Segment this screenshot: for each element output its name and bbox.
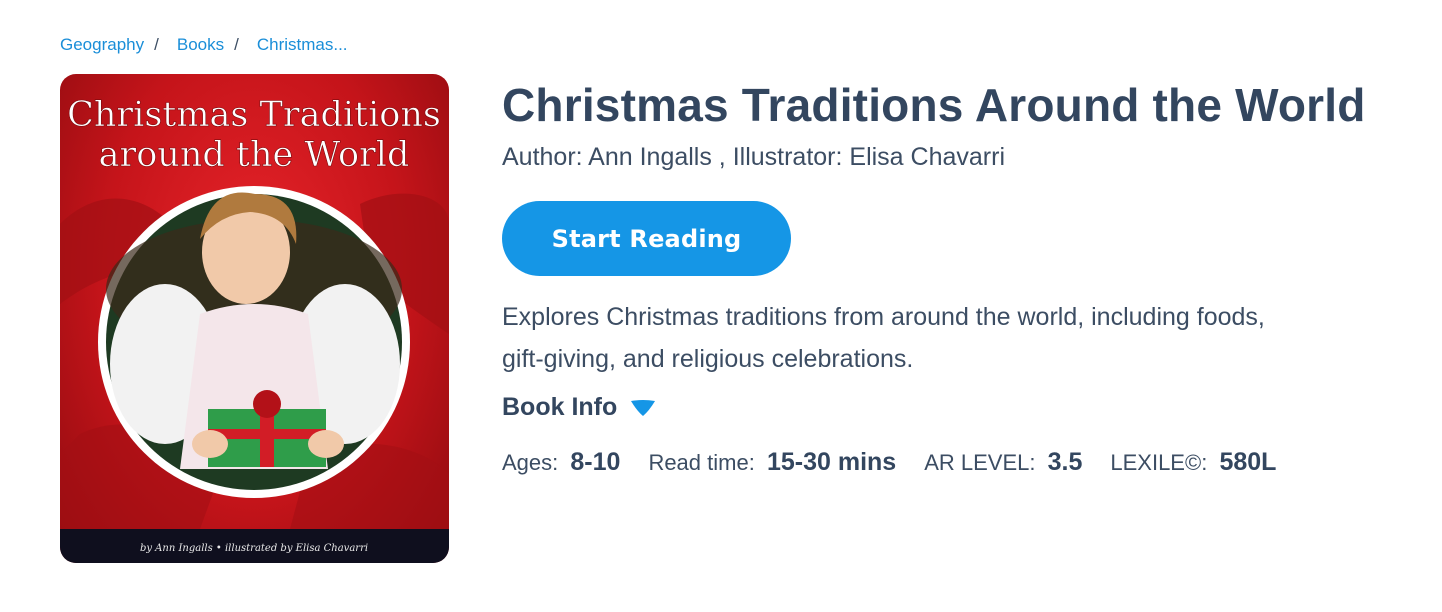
cover-girl-hand <box>308 430 344 458</box>
cover-byline: by Ann Ingalls • illustrated by Elisa Ch… <box>140 543 368 554</box>
meta-read-time-value: 15-30 mins <box>766 448 897 476</box>
breadcrumb-books[interactable]: Books <box>177 35 224 55</box>
cover-girl-hand <box>192 430 228 458</box>
cover-title-line2: around the World <box>99 135 410 175</box>
caret-down-icon <box>631 399 656 416</box>
meta-ages: Ages: 8-10 <box>502 448 620 477</box>
meta-ar-level: AR LEVEL: 3.5 <box>924 448 1082 477</box>
meta-ages-value: 8-10 <box>570 448 621 476</box>
meta-lexile-label: LEXILE©: <box>1110 450 1208 475</box>
breadcrumb-separator: / <box>234 35 239 54</box>
meta-ar-level-label: AR LEVEL: <box>924 450 1036 475</box>
meta-read-time: Read time: 15-30 mins <box>648 448 896 477</box>
breadcrumb-separator: / <box>154 35 159 54</box>
breadcrumb-current[interactable]: Christmas... <box>257 35 348 55</box>
book-title: Christmas Traditions Around the World <box>502 79 1366 131</box>
book-cover[interactable]: Christmas Traditions around the World by… <box>60 74 449 563</box>
meta-read-time-label: Read time: <box>648 450 755 475</box>
book-credits: Author: Ann Ingalls , Illustrator: Elisa… <box>502 143 1006 171</box>
start-reading-button[interactable]: Start Reading <box>502 201 791 276</box>
book-info-label: Book Info <box>502 393 618 421</box>
meta-lexile: LEXILE©: 580L <box>1110 448 1276 477</box>
meta-ar-level-value: 3.5 <box>1047 448 1083 476</box>
book-meta: Ages: 8-10 Read time: 15-30 mins AR LEVE… <box>502 448 1276 477</box>
meta-lexile-value: 580L <box>1219 448 1277 476</box>
book-info-toggle[interactable]: Book Info <box>502 393 657 422</box>
cover-gift-bow <box>253 390 281 418</box>
breadcrumb: Geography / Books / Christmas... <box>60 35 348 55</box>
breadcrumb-geography[interactable]: Geography <box>60 35 144 55</box>
book-cover-art: Christmas Traditions around the World by… <box>60 95 449 563</box>
cover-title-line1: Christmas Traditions <box>67 95 441 135</box>
meta-ages-label: Ages: <box>502 450 559 475</box>
book-description: Explores Christmas traditions from aroun… <box>502 303 1265 373</box>
